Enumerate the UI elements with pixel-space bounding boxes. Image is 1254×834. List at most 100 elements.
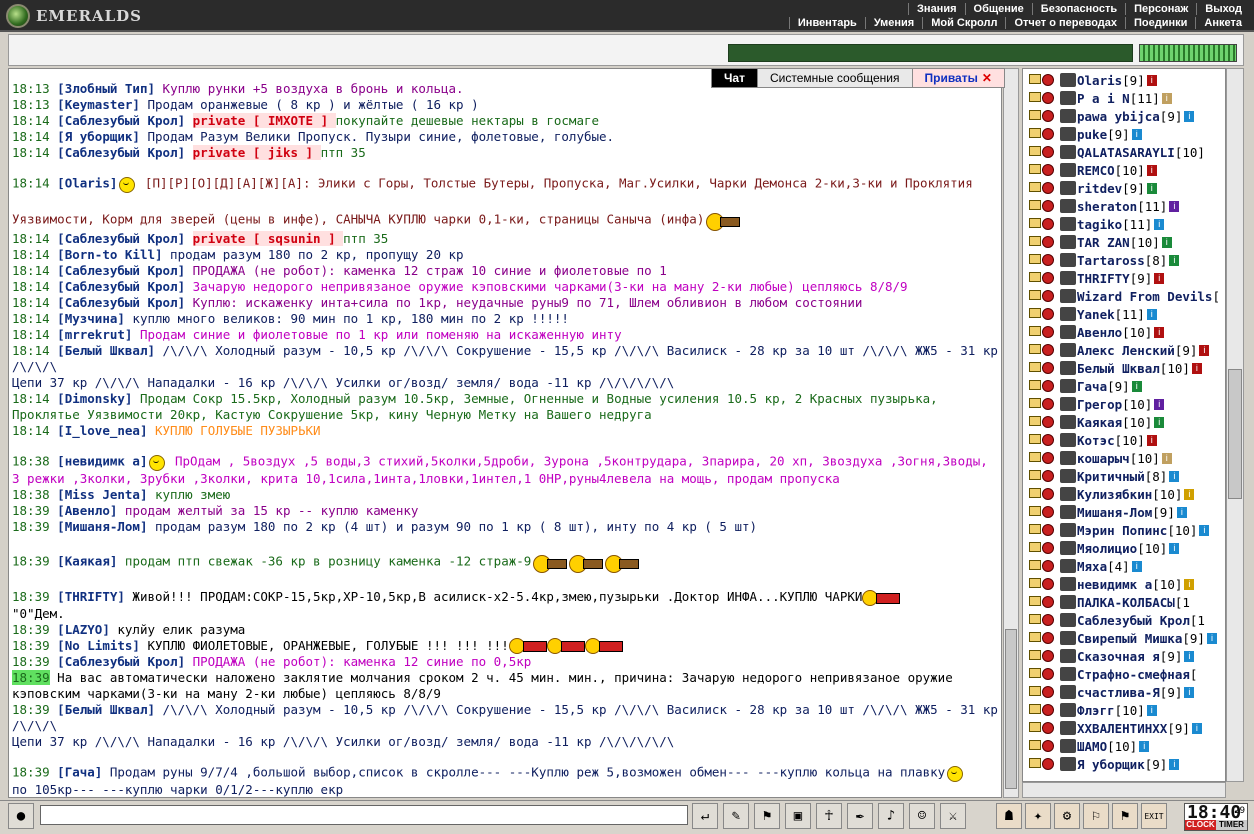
user-name[interactable]: Olaris [1077,73,1122,88]
tab-chat[interactable]: Чат [711,68,758,88]
envelope-icon[interactable] [1029,200,1041,210]
info-icon[interactable]: i [1169,470,1180,482]
user-name[interactable]: Саблезубый Крол [1077,613,1190,628]
user-list-item[interactable]: Свирепый Мишка [9] i [1023,629,1225,647]
envelope-icon[interactable] [1029,578,1041,588]
clock-label[interactable]: CLOCK [1185,820,1216,830]
chat-nickname[interactable]: [Саблезубый Крол] [57,113,185,128]
toolbar-smiley-button[interactable]: ☺ [909,803,935,829]
chat-nickname[interactable]: [Авенло] [57,503,117,518]
toolbar-save-button[interactable]: ▣ [785,803,811,829]
info-icon[interactable]: i [1169,758,1180,770]
private-tag[interactable]: private [ sqsunin ] [192,231,344,246]
info-icon[interactable]: i [1154,272,1165,284]
user-list-item[interactable]: Мяха [4] i [1023,557,1225,575]
envelope-icon[interactable] [1029,272,1041,282]
envelope-icon[interactable] [1029,488,1041,498]
chat-scroll-thumb[interactable] [1005,629,1017,789]
envelope-icon[interactable] [1029,236,1041,246]
user-name[interactable]: Флэгг [1077,703,1115,718]
user-list-item[interactable]: puke [9] i [1023,125,1225,143]
user-name[interactable]: Грегор [1077,397,1122,412]
envelope-icon[interactable] [1029,218,1041,228]
info-icon[interactable]: i [1191,722,1202,734]
envelope-icon[interactable] [1029,146,1041,156]
user-list-item[interactable]: Страфно-смефная[ [1023,665,1225,683]
info-icon[interactable]: i [1146,434,1157,446]
chat-nickname[interactable]: [Злобный Тип] [57,81,155,96]
user-list-item[interactable]: THRIFTY [9] i [1023,269,1225,287]
envelope-icon[interactable] [1029,524,1041,534]
user-name[interactable]: Я уборщик [1077,757,1145,772]
menu-item-communication[interactable]: Общение [964,3,1032,15]
toolbar-magic-button[interactable]: ✦ [1025,803,1051,829]
info-icon[interactable]: i [1161,236,1172,248]
user-name[interactable]: Кулизябкин [1077,487,1152,502]
info-icon[interactable]: i [1146,704,1157,716]
envelope-icon[interactable] [1029,542,1041,552]
chat-nickname[interactable]: [Born-to Kill] [57,247,162,262]
user-name[interactable]: ШАМО [1077,739,1107,754]
toolbar-inventory-button[interactable]: ☗ [996,803,1022,829]
chat-nickname[interactable]: [Белый Шквал] [57,343,155,358]
toolbar-exit-button[interactable]: EXIT [1141,803,1167,829]
chat-nickname[interactable]: [Белый Шквал] [57,702,155,717]
info-icon[interactable]: i [1131,380,1142,392]
chat-nickname[interactable]: [Каякая] [57,554,117,569]
user-list-item[interactable]: QALATASARAYLI [10] [1023,143,1225,161]
toolbar-flag-button[interactable]: ⚐ [1083,803,1109,829]
chat-nickname[interactable]: [No Limits] [57,638,140,653]
envelope-icon[interactable] [1029,470,1041,480]
info-icon[interactable]: i [1176,506,1187,518]
info-icon[interactable]: i [1184,650,1195,662]
envelope-icon[interactable] [1029,92,1041,102]
info-icon[interactable]: i [1184,686,1195,698]
envelope-icon[interactable] [1029,686,1041,696]
menu-item-transfer-report[interactable]: Отчет о переводах [1005,17,1125,29]
info-icon[interactable]: i [1169,254,1180,266]
user-list-scroll-thumb[interactable] [1228,369,1242,499]
envelope-icon[interactable] [1029,182,1041,192]
info-icon[interactable]: i [1169,542,1180,554]
user-name[interactable]: sheraton [1077,199,1137,214]
user-name[interactable]: Сказочная я [1077,649,1160,664]
menu-item-skills[interactable]: Умения [864,17,922,29]
user-list-item[interactable]: ПАЛКА-КОЛБАСЫ [1 [1023,593,1225,611]
user-list-item[interactable]: Olaris [9] i [1023,71,1225,89]
chat-nickname[interactable]: [Саблезубый Крол] [57,654,185,669]
user-list-item[interactable]: sheraton [11] i [1023,197,1225,215]
toolbar-translit-button[interactable]: ✒ [847,803,873,829]
user-list-item[interactable]: XXВАЛЕНТИНХХ [9] i [1023,719,1225,737]
user-name[interactable]: Свирепый Мишка [1077,631,1182,646]
chat-nickname[interactable]: [Olaris] [57,176,117,191]
menu-item-security[interactable]: Безопасность [1031,3,1125,15]
user-list-item[interactable]: невидимк а [10] i [1023,575,1225,593]
user-name[interactable]: ПАЛКА-КОЛБАСЫ [1077,595,1175,610]
user-name[interactable]: Алекс Ленский [1077,343,1175,358]
info-icon[interactable]: i [1206,632,1217,644]
user-list-item[interactable]: Авенло [10] i [1023,323,1225,341]
user-list-item[interactable]: ritdev [9] i [1023,179,1225,197]
envelope-icon[interactable] [1029,704,1041,714]
info-icon[interactable]: i [1199,344,1210,356]
user-name[interactable]: XXВАЛЕНТИНХХ [1077,721,1167,736]
envelope-icon[interactable] [1029,128,1041,138]
close-icon[interactable]: ✕ [982,71,992,85]
info-icon[interactable]: i [1184,578,1195,590]
user-name[interactable]: Страфно-смефная [1077,667,1190,682]
info-icon[interactable]: i [1146,308,1157,320]
toolbar-report-button[interactable]: ⚑ [1112,803,1138,829]
envelope-icon[interactable] [1029,758,1041,768]
info-icon[interactable]: i [1184,110,1195,122]
chat-nickname[interactable]: [Гача] [57,765,102,780]
chat-nickname[interactable]: [Keymaster] [57,97,140,112]
user-name[interactable]: Мэрин Попинс [1077,523,1167,538]
info-icon[interactable]: i [1146,74,1157,86]
envelope-icon[interactable] [1029,344,1041,354]
user-name[interactable]: Белый Шквал [1077,361,1160,376]
timer-label[interactable]: TIMER [1216,820,1247,830]
user-list-item[interactable]: Белый Шквал [10] i [1023,359,1225,377]
user-list-item[interactable]: Мяолицио [10] i [1023,539,1225,557]
info-icon[interactable]: i [1131,128,1142,140]
chat-nickname[interactable]: [LAZYO] [57,622,110,637]
